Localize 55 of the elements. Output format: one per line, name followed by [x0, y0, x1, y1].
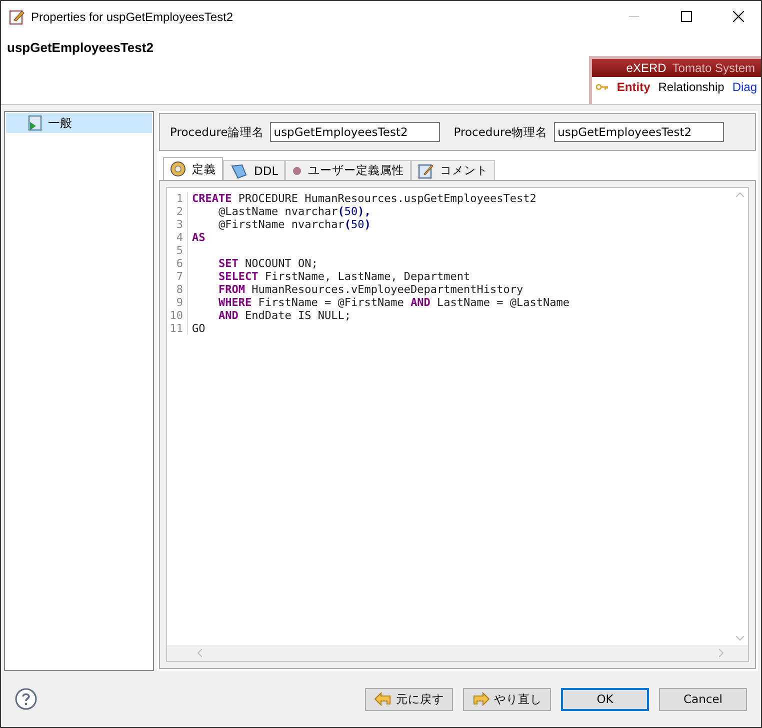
field-label: Procedure論理名 — [170, 124, 264, 140]
dialog-button[interactable]: OK — [561, 688, 649, 710]
code-line: CREATE PROCEDURE HumanResources.uspGetEmployeesTest2 — [192, 192, 536, 205]
line-number: 7 — [175, 270, 184, 283]
dialog-button[interactable]: Cancel — [659, 688, 747, 710]
code-line: @FirstName nvarchar(50) — [217, 218, 371, 231]
help-icon[interactable] — [15, 688, 37, 710]
redo-arrow-icon — [472, 692, 490, 706]
line-number: 4 — [175, 231, 184, 244]
line-number: 10 — [168, 309, 184, 322]
close-icon[interactable] — [732, 11, 744, 22]
tab[interactable]: コメント — [411, 160, 496, 180]
code-line: AS — [192, 231, 206, 244]
tab[interactable]: 定義 — [163, 157, 223, 180]
code-line: WHERE FirstName = @FirstName AND LastName = @LastName — [217, 296, 570, 309]
disc-icon — [170, 161, 186, 177]
scroll-left-icon[interactable] — [197, 649, 202, 657]
scroll-up-icon[interactable] — [736, 192, 744, 197]
properties-icon — [9, 8, 25, 24]
key-icon — [596, 83, 609, 91]
code-line: SELECT FirstName, LastName, Department — [217, 270, 470, 283]
line-number: 8 — [175, 283, 184, 296]
code-editor[interactable] — [166, 187, 749, 662]
code-line: GO — [192, 322, 206, 335]
undo-arrow-icon — [374, 692, 392, 706]
line-number: 5 — [175, 244, 184, 257]
maximize-icon[interactable] — [680, 11, 692, 22]
tab[interactable]: ユーザー定義属性 — [285, 160, 412, 180]
line-number: 11 — [168, 322, 184, 335]
scroll-down-icon[interactable] — [736, 636, 744, 641]
line-number: 3 — [175, 218, 184, 231]
line-number: 1 — [175, 192, 184, 205]
line-number: 6 — [175, 257, 184, 270]
minimize-icon[interactable] — [629, 16, 639, 18]
product-name: eXERD — [626, 61, 666, 75]
tab[interactable]: DDL — [223, 160, 286, 180]
notepad-icon — [418, 162, 434, 178]
code-line: SET NOCOUNT ON; — [217, 257, 318, 270]
window-title: Properties for uspGetEmployeesTest2 — [31, 10, 234, 24]
dot-icon — [292, 166, 302, 176]
code-line: AND EndDate IS NULL; — [217, 309, 351, 322]
code-line: FROM HumanResources.vEmployeeDepartmentHistory — [217, 283, 524, 296]
line-number: 2 — [175, 205, 184, 218]
dialog-button[interactable]: 元に戻す — [365, 688, 453, 710]
field-label: Procedure物理名 — [454, 124, 548, 140]
company-name: Tomato System — [672, 61, 755, 75]
procedure-icon — [28, 115, 42, 131]
dialog-button[interactable]: やり直し — [463, 688, 551, 710]
input-field[interactable]: uspGetEmployeesTest2 — [554, 122, 724, 142]
scroll-right-icon[interactable] — [719, 649, 724, 657]
code-line: @LastName nvarchar(50), — [217, 205, 371, 218]
input-field[interactable]: uspGetEmployeesTest2 — [270, 122, 440, 142]
page-title: uspGetEmployeesTest2 — [6, 39, 154, 57]
tree-item[interactable]: 一般 — [6, 113, 152, 133]
line-number: 9 — [175, 296, 184, 309]
